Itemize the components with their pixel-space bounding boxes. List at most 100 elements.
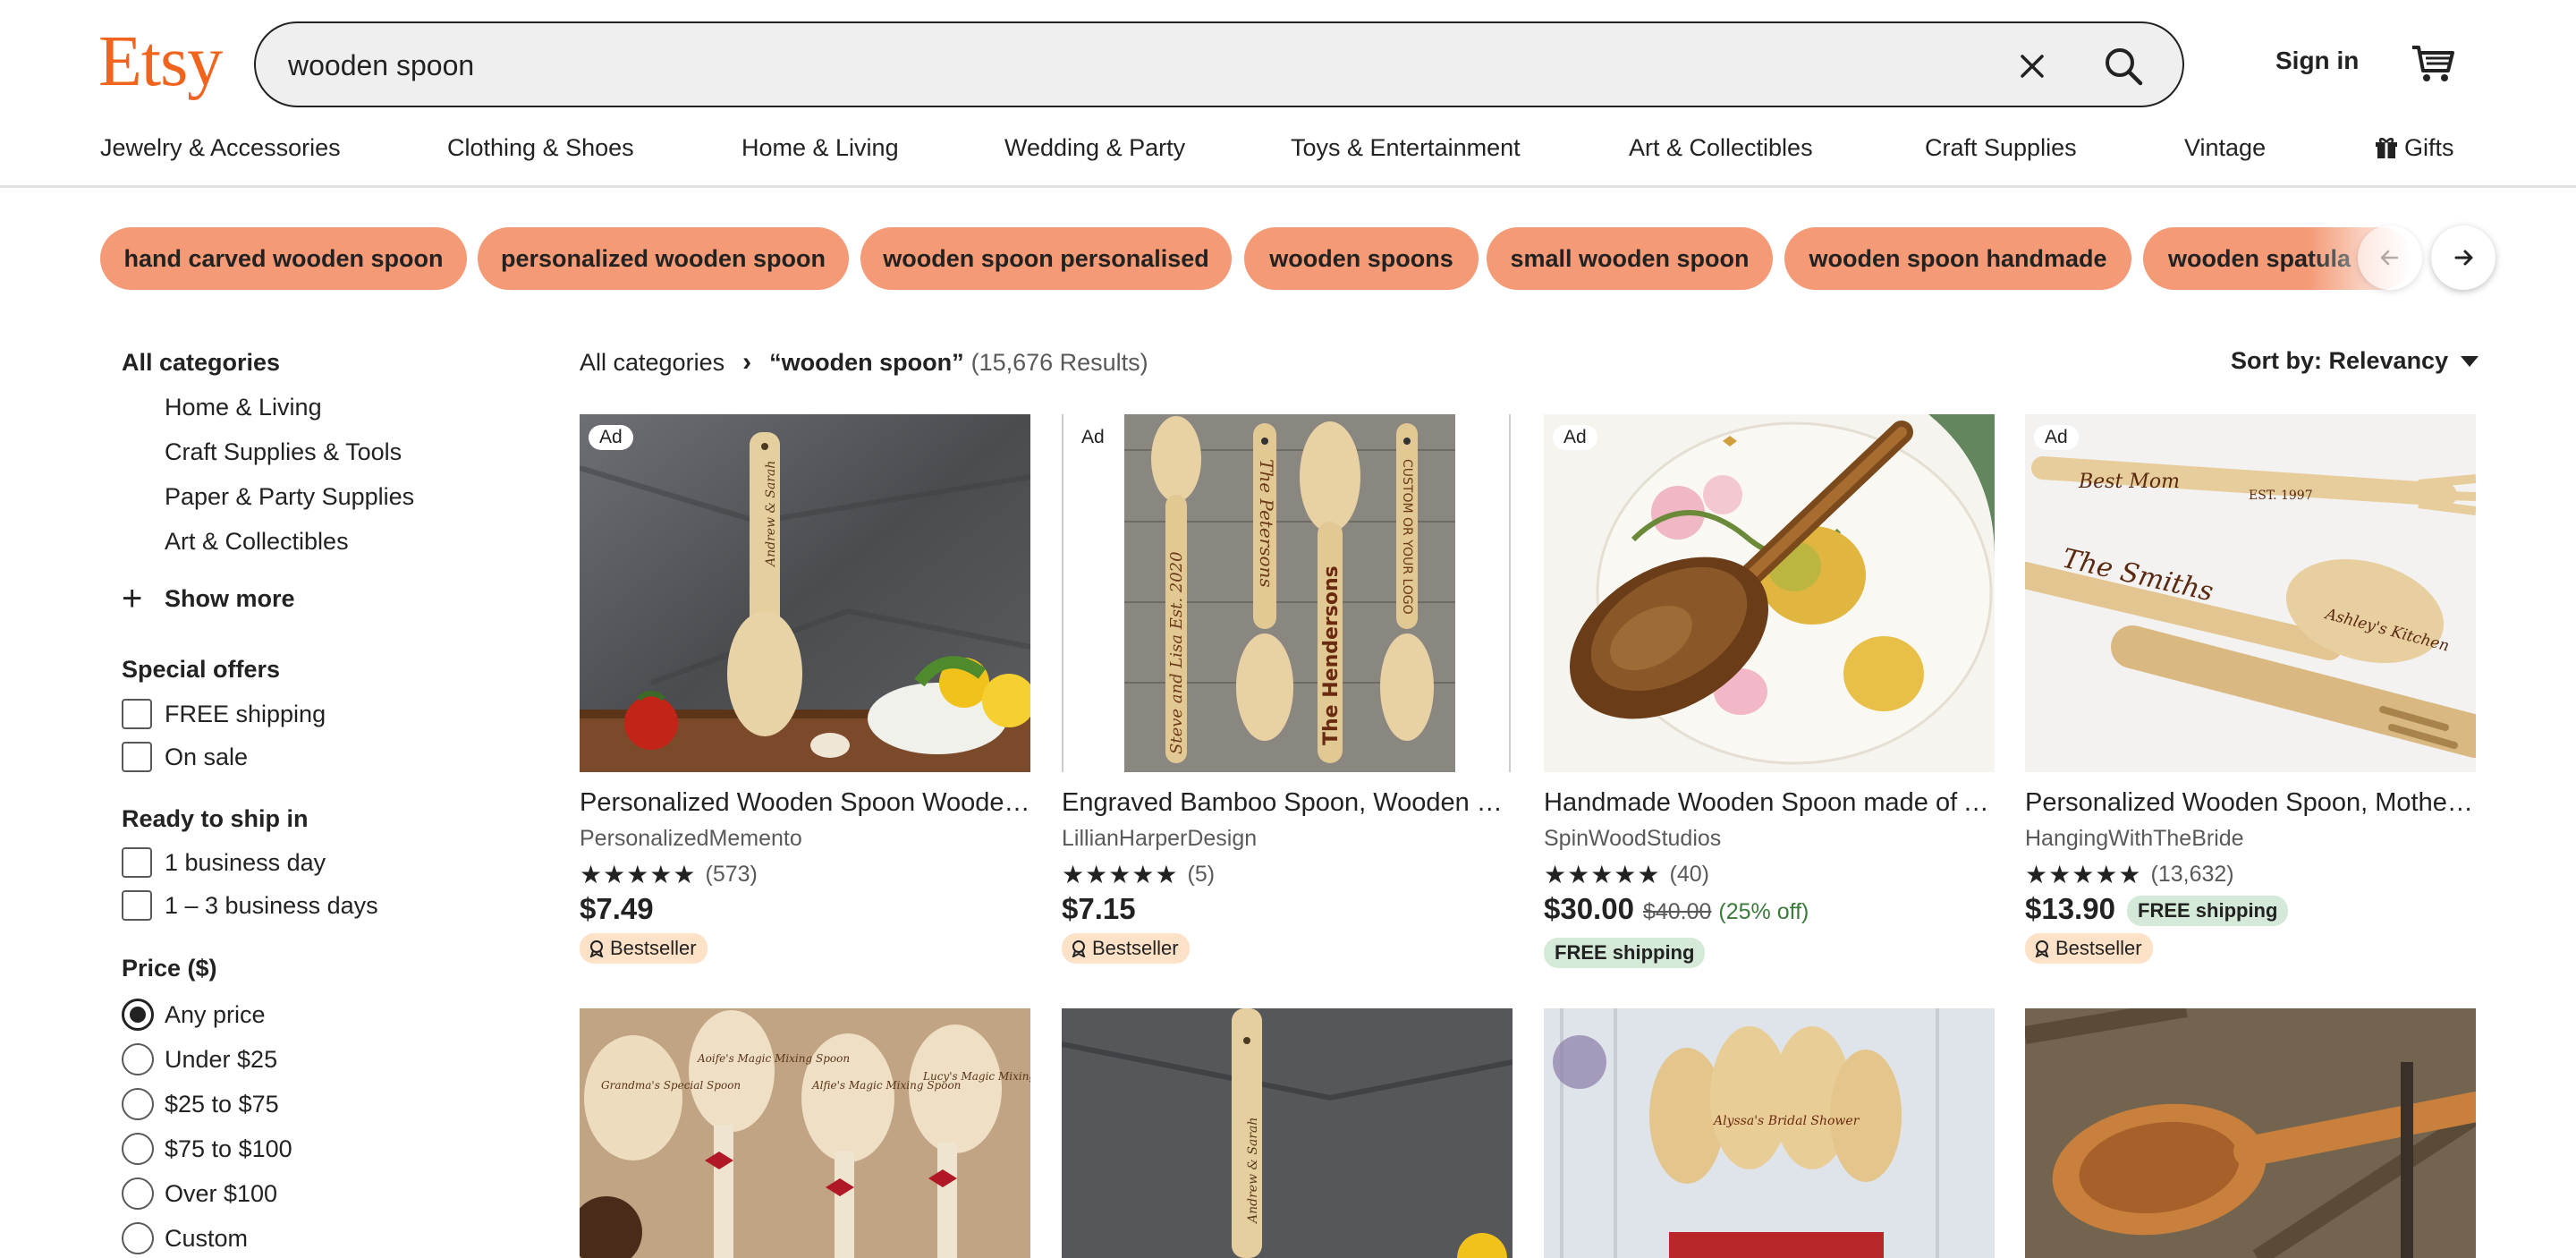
nav-wedding-party[interactable]: Wedding & Party bbox=[1004, 134, 1185, 162]
etsy-logo[interactable]: Etsy bbox=[98, 21, 223, 102]
chips-next-button[interactable] bbox=[2431, 225, 2496, 290]
listing-title[interactable]: Personalized Wooden Spoon Wooden Spoon A… bbox=[580, 788, 1030, 818]
chip-personalized-wooden-spoon[interactable]: personalized wooden spoon bbox=[478, 227, 849, 290]
price-heading: Price ($) bbox=[122, 955, 217, 982]
price-under-25-label: Under $25 bbox=[165, 1045, 278, 1073]
price-custom-label: Custom bbox=[165, 1224, 249, 1252]
price: $7.15 bbox=[1062, 892, 1136, 925]
spoon-engraving: The Hendersons bbox=[1320, 565, 1343, 745]
search-input[interactable] bbox=[288, 43, 1987, 88]
breadcrumb-all-categories[interactable]: All categories bbox=[580, 349, 724, 377]
listing-title[interactable]: Handmade Wooden Spoon made of Apple Wood bbox=[1544, 788, 1995, 818]
price-custom[interactable]: Custom bbox=[122, 1222, 248, 1254]
1-business-day-label: 1 business day bbox=[165, 848, 326, 876]
chip-wooden-spoons[interactable]: wooden spoons bbox=[1244, 227, 1479, 290]
category-paper-party-supplies[interactable]: Paper & Party Supplies bbox=[165, 483, 414, 511]
free-shipping-checkbox[interactable] bbox=[122, 699, 152, 729]
cart-button[interactable] bbox=[2399, 32, 2467, 95]
nav-jewelry-accessories[interactable]: Jewelry & Accessories bbox=[100, 134, 341, 162]
chip-hand-carved-wooden-spoon[interactable]: hand carved wooden spoon bbox=[100, 227, 467, 290]
show-more-button[interactable]: + Show more bbox=[122, 579, 295, 618]
clear-search-button[interactable] bbox=[2004, 38, 2061, 95]
ad-badge: Ad bbox=[589, 425, 633, 450]
price-row: $7.49 bbox=[580, 892, 654, 926]
listing-image[interactable]: Alyssa's Bridal Shower bbox=[1544, 1008, 1995, 1258]
nav-gifts[interactable]: Gifts bbox=[2376, 134, 2454, 162]
ad-badge: Ad bbox=[2034, 425, 2079, 450]
price-25-75[interactable]: $25 to $75 bbox=[122, 1088, 279, 1120]
original-price: $40.00 bbox=[1642, 899, 1712, 924]
listing-title[interactable]: Personalized Wooden Spoon, Mother's Day … bbox=[2025, 788, 2476, 818]
bestseller-label: Bestseller bbox=[1092, 937, 1179, 959]
nav-toys-entertainment[interactable]: Toys & Entertainment bbox=[1291, 134, 1521, 162]
sign-in-link[interactable]: Sign in bbox=[2275, 47, 2359, 75]
on-sale-checkbox[interactable] bbox=[122, 742, 152, 772]
filter-1-business-day[interactable]: 1 business day bbox=[122, 846, 326, 879]
price-25-75-radio[interactable] bbox=[122, 1088, 154, 1120]
1-3-business-days-checkbox[interactable] bbox=[122, 890, 152, 921]
ad-badge: Ad bbox=[1071, 425, 1115, 450]
chip-wooden-spoon-handmade[interactable]: wooden spoon handmade bbox=[1784, 227, 2131, 290]
breadcrumb: All categories › “wooden spoon” (15,676 … bbox=[580, 347, 1148, 378]
nav-clothing-shoes[interactable]: Clothing & Shoes bbox=[447, 134, 634, 162]
search-icon bbox=[2106, 48, 2143, 86]
price-over-100-radio[interactable] bbox=[122, 1177, 154, 1210]
chip-small-wooden-spoon[interactable]: small wooden spoon bbox=[1487, 227, 1773, 290]
price-75-100-label: $75 to $100 bbox=[165, 1135, 292, 1162]
rating: ★★★★★ (40) bbox=[1544, 860, 1709, 889]
price-over-100[interactable]: Over $100 bbox=[122, 1177, 277, 1210]
listing-image[interactable]: Andrew & Sarah bbox=[1062, 1008, 1513, 1258]
search-button[interactable] bbox=[2091, 34, 2156, 98]
shop-name[interactable]: PersonalizedMemento bbox=[580, 826, 802, 852]
nav-home-living[interactable]: Home & Living bbox=[741, 134, 899, 162]
price: $7.49 bbox=[580, 892, 654, 925]
listing-image[interactable]: Ad bbox=[1544, 414, 1995, 772]
price-under-25-radio[interactable] bbox=[122, 1043, 154, 1075]
bestseller-badge: Bestseller bbox=[580, 933, 708, 964]
price-over-100-label: Over $100 bbox=[165, 1179, 278, 1207]
listing-image[interactable] bbox=[2025, 1008, 2476, 1258]
1-business-day-checkbox[interactable] bbox=[122, 847, 152, 878]
filter-1-3-business-days[interactable]: 1 – 3 business days bbox=[122, 889, 378, 922]
award-icon bbox=[1072, 940, 1086, 957]
free-shipping-badge: FREE shipping bbox=[1544, 938, 1706, 968]
all-categories-heading[interactable]: All categories bbox=[122, 349, 280, 377]
category-home-living[interactable]: Home & Living bbox=[165, 394, 322, 421]
rating: ★★★★★ (573) bbox=[580, 860, 758, 889]
sort-dropdown[interactable]: Sort by: Relevancy bbox=[2231, 347, 2479, 375]
chips-prev-button[interactable] bbox=[2358, 225, 2422, 290]
1-3-business-days-label: 1 – 3 business days bbox=[165, 891, 378, 919]
plus-icon: + bbox=[122, 579, 143, 618]
price-under-25[interactable]: Under $25 bbox=[122, 1043, 277, 1075]
filter-on-sale[interactable]: On sale bbox=[122, 741, 248, 773]
nav-vintage[interactable]: Vintage bbox=[2184, 134, 2266, 162]
category-craft-supplies-tools[interactable]: Craft Supplies & Tools bbox=[165, 438, 402, 466]
chip-wooden-spoon-personalised[interactable]: wooden spoon personalised bbox=[860, 227, 1232, 290]
listing-image[interactable]: Grandma's Special Spoon Aoife's Magic Mi… bbox=[580, 1008, 1030, 1258]
listing-image[interactable]: Best Mom EST. 1997 The Smiths Ashley's K… bbox=[2025, 414, 2476, 772]
spoon-photo: Andrew & Sarah bbox=[580, 414, 1030, 772]
search-bar[interactable] bbox=[254, 21, 2184, 107]
filter-free-shipping[interactable]: FREE shipping bbox=[122, 698, 326, 730]
shop-name[interactable]: LillianHarperDesign bbox=[1062, 826, 1257, 852]
listing-title[interactable]: Engraved Bamboo Spoon, Wooden Spoon Pers… bbox=[1062, 788, 1513, 818]
listing-image[interactable]: Steve and Lisa Est. 2020 The Petersons T… bbox=[1062, 414, 1513, 772]
price-row: $30.00 $40.00 (25% off) bbox=[1544, 892, 1809, 926]
spoon-engraving: Grandma's Special Spoon bbox=[601, 1079, 741, 1092]
rating: ★★★★★ (13,632) bbox=[2025, 860, 2234, 889]
bestseller-label: Bestseller bbox=[2055, 937, 2142, 959]
price-75-100[interactable]: $75 to $100 bbox=[122, 1133, 292, 1165]
shop-name[interactable]: HangingWithTheBride bbox=[2025, 826, 2244, 852]
price-any-radio[interactable] bbox=[122, 999, 154, 1031]
shop-name[interactable]: SpinWoodStudios bbox=[1544, 826, 1721, 852]
award-icon bbox=[2035, 940, 2049, 957]
listing-image[interactable]: Andrew & Sarah Ad bbox=[580, 414, 1030, 772]
category-art-collectibles[interactable]: Art & Collectibles bbox=[165, 528, 349, 556]
price-custom-radio[interactable] bbox=[122, 1222, 154, 1254]
show-more-label: Show more bbox=[165, 584, 295, 612]
review-count: (40) bbox=[1669, 862, 1709, 887]
nav-art-collectibles[interactable]: Art & Collectibles bbox=[1629, 134, 1813, 162]
price-any[interactable]: Any price bbox=[122, 999, 266, 1031]
nav-craft-supplies[interactable]: Craft Supplies bbox=[1925, 134, 2077, 162]
price-75-100-radio[interactable] bbox=[122, 1133, 154, 1165]
